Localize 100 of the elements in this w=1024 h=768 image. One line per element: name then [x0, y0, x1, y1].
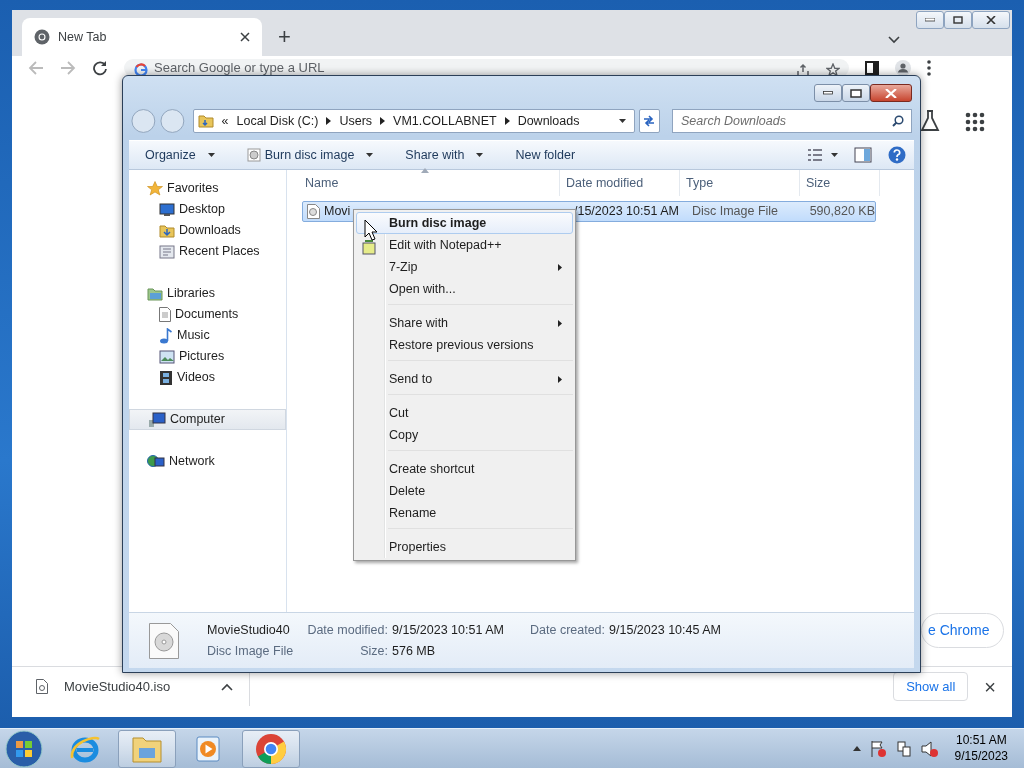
address-bar[interactable]: « Local Disk (C:) Users VM1.COLLABNET Downloads: [192, 109, 635, 133]
menu-item[interactable]: Delete: [356, 480, 573, 502]
detail-label: Date created:: [530, 621, 606, 639]
taskbar-button[interactable]: [242, 729, 300, 768]
close-icon[interactable]: [240, 32, 250, 42]
disc-image-icon: [149, 622, 179, 659]
menu-item[interactable]: Properties: [356, 536, 573, 558]
detail-value: 9/15/2023 10:45 AM: [609, 621, 721, 639]
profile-icon[interactable]: [895, 59, 911, 76]
close-button[interactable]: [870, 84, 912, 102]
nav-item[interactable]: Pictures: [129, 346, 286, 367]
download-filename[interactable]: MovieStudio40.iso: [64, 676, 171, 697]
browser-tab[interactable]: New Tab: [22, 18, 262, 56]
show-hidden-icons-icon[interactable]: [852, 746, 861, 751]
nav-item[interactable]: Network: [129, 451, 286, 472]
nav-item[interactable]: Libraries: [129, 283, 286, 304]
help-icon[interactable]: [888, 146, 906, 164]
nav-item[interactable]: Documents: [129, 304, 286, 325]
minimize-icon: [925, 18, 935, 22]
nav-item[interactable]: Recent Places: [129, 241, 286, 262]
search-icon[interactable]: [892, 115, 904, 127]
chrome-logo-icon: [34, 29, 50, 45]
toolbar-button[interactable]: New folder: [507, 143, 584, 167]
breadcrumb-arrow-icon[interactable]: [326, 117, 332, 125]
view-options-button[interactable]: [807, 149, 838, 161]
size-cell-text: 590,820 KB: [808, 203, 875, 221]
clock[interactable]: 10:51 AM 9/15/2023: [954, 732, 1008, 765]
document-icon: [159, 307, 171, 322]
breadcrumb-item[interactable]: Users: [339, 111, 373, 131]
restore-icon: [953, 16, 963, 24]
menu-item[interactable]: Create shortcut: [356, 458, 573, 480]
submenu-arrow-icon: [558, 263, 562, 271]
menu-item[interactable]: Burn disc image: [356, 212, 573, 234]
star-outline-icon[interactable]: [826, 63, 840, 78]
menu-item[interactable]: Open with...: [356, 278, 573, 300]
column-header[interactable]: Size: [800, 170, 880, 196]
flask-icon[interactable]: [920, 110, 940, 132]
notepad-icon: [362, 240, 377, 256]
chevron-up-icon[interactable]: [221, 682, 233, 691]
close-button[interactable]: [972, 11, 1010, 29]
column-header[interactable]: Name: [287, 170, 560, 196]
restore-button[interactable]: [944, 11, 972, 29]
google-g-icon: [134, 63, 148, 78]
breadcrumb-item[interactable]: «: [221, 111, 229, 131]
more-menu-icon[interactable]: [927, 59, 931, 76]
music-note-icon: [159, 327, 173, 344]
refresh-icon: [642, 114, 657, 128]
nav-item[interactable]: Desktop: [129, 199, 286, 220]
minimize-button[interactable]: [814, 84, 842, 102]
menu-item[interactable]: 7-Zip: [356, 256, 573, 278]
menu-item[interactable]: Edit with Notepad++: [356, 234, 573, 256]
toolbar-button[interactable]: Burn disc image: [238, 143, 382, 167]
details-file-type: Disc Image File: [207, 642, 295, 660]
menu-item[interactable]: Rename: [356, 502, 573, 524]
refresh-button[interactable]: [638, 109, 660, 133]
network-icon: [147, 453, 165, 470]
breadcrumb-item[interactable]: VM1.COLLABNET: [393, 111, 497, 131]
nav-item[interactable]: Downloads: [129, 220, 286, 241]
column-header[interactable]: Date modified: [560, 170, 680, 196]
menu-item[interactable]: Copy: [356, 424, 573, 446]
nav-item[interactable]: Videos: [129, 367, 286, 388]
new-tab-button[interactable]: +: [278, 26, 291, 48]
speaker-muted-icon[interactable]: [920, 739, 939, 758]
menu-item[interactable]: Share with: [356, 312, 573, 334]
address-bar[interactable]: Search Google or type a URL: [124, 58, 849, 77]
apps-grid-icon[interactable]: [965, 112, 985, 132]
disc-image-icon: [307, 204, 320, 219]
maximize-button[interactable]: [842, 84, 870, 102]
monitor-icon: [159, 202, 175, 217]
breadcrumb-arrow-icon[interactable]: [380, 117, 386, 125]
star-icon: [147, 180, 163, 197]
side-panel-icon[interactable]: [865, 60, 879, 75]
chevron-down-icon[interactable]: [888, 35, 900, 44]
reload-icon[interactable]: [92, 59, 108, 76]
detail-label: Size:: [359, 642, 388, 660]
nav-item[interactable]: Music: [129, 325, 286, 346]
network-status-icon[interactable]: [894, 739, 913, 758]
close-download-bar-button[interactable]: ×: [984, 671, 996, 702]
breadcrumb-item[interactable]: Downloads: [517, 111, 580, 131]
start-orb-icon[interactable]: [4, 728, 44, 768]
customize-chrome-button[interactable]: e Chrome: [921, 613, 1005, 648]
menu-item[interactable]: Restore previous versions: [356, 334, 573, 356]
toolbar-button[interactable]: Share with: [397, 143, 492, 167]
menu-item[interactable]: Cut: [356, 402, 573, 424]
caret-icon: [831, 153, 838, 157]
toolbar-button[interactable]: Organize: [137, 143, 223, 167]
caret-icon: [618, 119, 626, 124]
nav-item[interactable]: Favorites: [129, 178, 286, 199]
preview-pane-icon[interactable]: [854, 147, 872, 163]
menu-item[interactable]: Send to: [356, 368, 573, 390]
flag-icon[interactable]: [868, 739, 887, 758]
column-header[interactable]: Type: [680, 170, 800, 196]
search-field[interactable]: Search Downloads: [672, 109, 912, 133]
breadcrumb-item[interactable]: Local Disk (C:): [236, 111, 319, 131]
folder-icon: [159, 223, 175, 238]
type-cell-text: Disc Image File: [690, 203, 780, 221]
nav-item[interactable]: Computer: [129, 409, 286, 430]
show-all-button[interactable]: Show all: [893, 671, 969, 702]
picture-icon: [159, 349, 175, 364]
breadcrumb-arrow-icon[interactable]: [504, 117, 510, 125]
